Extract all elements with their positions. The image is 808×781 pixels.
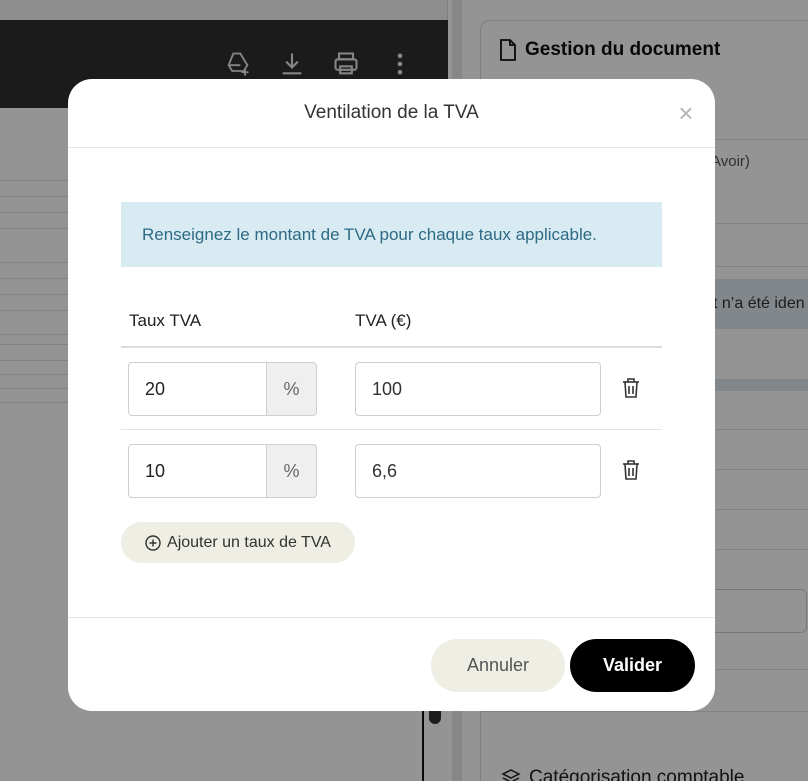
table-row-divider [121, 429, 662, 430]
trash-icon[interactable] [621, 459, 641, 481]
cancel-button[interactable]: Annuler [431, 639, 565, 692]
plus-circle-icon [145, 534, 161, 551]
vat-rate-input[interactable] [128, 444, 267, 498]
vat-rate-input[interactable] [128, 362, 267, 416]
dialog-footer: Annuler Valider [68, 617, 715, 711]
dialog-header: Ventilation de la TVA × [68, 79, 715, 148]
validate-button[interactable]: Valider [570, 639, 695, 692]
vat-breakdown-dialog: Ventilation de la TVA × Renseignez le mo… [68, 79, 715, 711]
table-header-divider [121, 346, 662, 348]
vat-amount-input[interactable] [355, 362, 601, 416]
percent-suffix: % [266, 362, 317, 416]
percent-suffix: % [266, 444, 317, 498]
vat-amount-input[interactable] [355, 444, 601, 498]
dialog-title: Ventilation de la TVA [304, 102, 479, 123]
column-header-rate: Taux TVA [129, 311, 202, 330]
info-message: Renseignez le montant de TVA pour chaque… [121, 202, 662, 267]
add-vat-rate-button[interactable]: Ajouter un taux de TVA [121, 522, 355, 563]
trash-icon[interactable] [621, 377, 641, 399]
close-icon[interactable]: × [674, 99, 698, 127]
column-header-vat: TVA (€) [355, 311, 412, 330]
